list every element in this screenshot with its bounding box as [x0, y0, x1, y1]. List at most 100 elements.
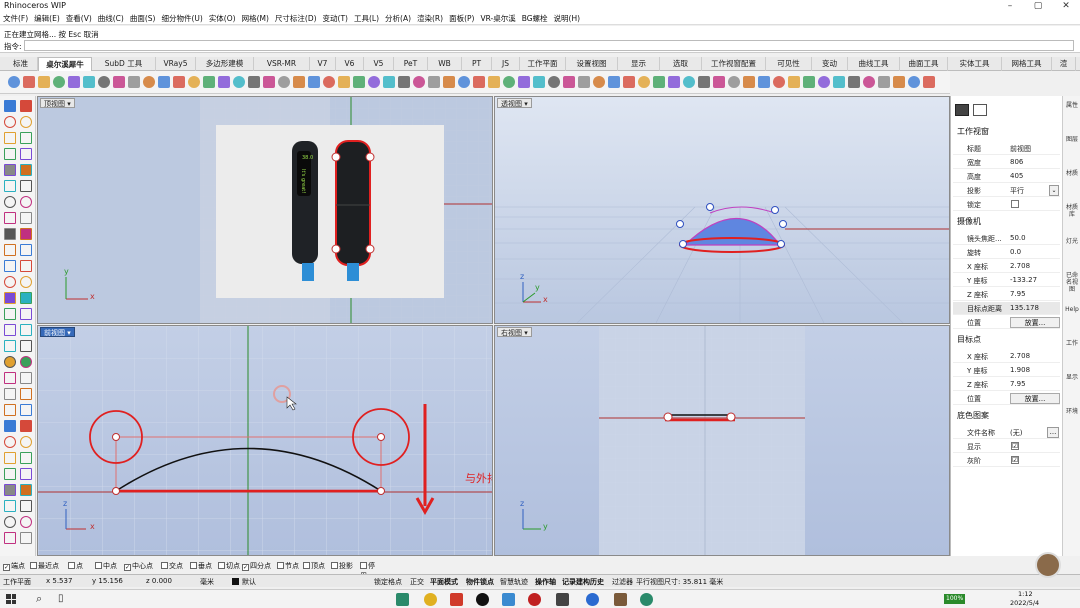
left-tool-icon[interactable] — [20, 516, 32, 528]
toolbar-tool-icon[interactable] — [563, 76, 575, 88]
tab-item[interactable]: 工作平面 — [520, 57, 566, 71]
clock-time[interactable]: 1:12 — [1018, 590, 1033, 598]
toolbar-tool-icon[interactable] — [203, 76, 215, 88]
toolbar-tool-icon[interactable] — [158, 76, 170, 88]
osnap-checkbox[interactable] — [277, 562, 284, 569]
panel-row-value[interactable]: 50.0 — [1010, 234, 1026, 242]
tab-item[interactable]: 渲 — [1052, 57, 1076, 71]
left-tool-icon[interactable] — [4, 164, 16, 176]
toolbar-tool-icon[interactable] — [23, 76, 35, 88]
toolbar-tool-icon[interactable] — [278, 76, 290, 88]
toolbar-tool-icon[interactable] — [533, 76, 545, 88]
tab-item[interactable]: JS — [492, 57, 520, 71]
command-input[interactable] — [24, 40, 1074, 51]
toolbar-tool-icon[interactable] — [473, 76, 485, 88]
left-tool-icon[interactable] — [4, 468, 16, 480]
menu-item[interactable]: 实体(O) — [206, 12, 239, 25]
battery-indicator[interactable]: 100% — [944, 594, 966, 604]
tab-item[interactable]: 曲面工具 — [900, 57, 948, 71]
maximize-button[interactable]: ▢ — [1024, 0, 1052, 12]
osnap-checkbox[interactable] — [190, 562, 197, 569]
left-tool-icon[interactable] — [20, 196, 32, 208]
left-tool-icon[interactable] — [4, 420, 16, 432]
tab-item[interactable]: 设置视图 — [566, 57, 618, 71]
device-selected[interactable] — [335, 140, 371, 266]
osnap-checkbox[interactable] — [331, 562, 338, 569]
osnap-option[interactable]: 最近点 — [30, 561, 59, 571]
toolbar-tool-icon[interactable] — [38, 76, 50, 88]
toolbar-tool-icon[interactable] — [593, 76, 605, 88]
menu-item[interactable]: 网格(M) — [239, 12, 272, 25]
toolbar-tool-icon[interactable] — [383, 76, 395, 88]
tab-item[interactable]: V6 — [336, 57, 364, 71]
menu-item[interactable]: 面板(P) — [446, 12, 477, 25]
panel-row-value[interactable]: 平行 — [1010, 186, 1024, 196]
left-tool-icon[interactable] — [20, 308, 32, 320]
status-cplane[interactable]: 工作平面 — [3, 577, 31, 587]
osnap-option[interactable]: ✓ 四分点 — [242, 561, 271, 571]
osnap-option[interactable]: 节点 — [277, 561, 299, 571]
lock-checkbox[interactable] — [1011, 200, 1019, 208]
tab-item[interactable]: SubD 工具 — [92, 57, 156, 71]
side-tab[interactable]: 已命名视图 — [1064, 272, 1080, 293]
left-tool-icon[interactable] — [20, 148, 32, 160]
panel-row-value[interactable]: 1.908 — [1010, 366, 1030, 374]
toolbar-tool-icon[interactable] — [503, 76, 515, 88]
osnap-checkbox[interactable] — [218, 562, 225, 569]
toolbar-tool-icon[interactable] — [293, 76, 305, 88]
menu-item[interactable]: 曲面(S) — [127, 12, 159, 25]
side-tab[interactable]: Help — [1064, 306, 1080, 313]
clock-date[interactable]: 2022/5/4 — [1010, 599, 1039, 607]
panel-checkbox[interactable]: ☑ — [1011, 456, 1019, 464]
left-tool-icon[interactable] — [4, 196, 16, 208]
surface-dome[interactable] — [683, 217, 782, 246]
menu-item[interactable]: 工具(L) — [351, 12, 382, 25]
menu-item[interactable]: VR-桌尔溪 — [477, 12, 518, 25]
menu-item[interactable]: 变动(T) — [320, 12, 351, 25]
tab-item[interactable]: 桌尔溪犀牛 — [38, 57, 92, 71]
tab-item[interactable]: 显示 — [618, 57, 660, 71]
toolbar-tool-icon[interactable] — [83, 76, 95, 88]
toolbar-tool-icon[interactable] — [893, 76, 905, 88]
panel-row-value[interactable]: 135.178 — [1010, 304, 1039, 312]
osnap-checkbox[interactable] — [161, 562, 168, 569]
viewport-perspective[interactable]: x y z 透视图 ▾ — [494, 96, 950, 324]
osnap-checkbox[interactable] — [360, 562, 367, 569]
panel-row-value[interactable]: 2.708 — [1010, 262, 1030, 270]
panel-row-value[interactable]: 前视图 — [1010, 144, 1031, 154]
left-tool-icon[interactable] — [20, 452, 32, 464]
left-tool-icon[interactable] — [4, 276, 16, 288]
tab-item[interactable]: PeT — [394, 57, 428, 71]
toolbar-tool-icon[interactable] — [923, 76, 935, 88]
taskbar-app-icon[interactable] — [528, 593, 541, 606]
left-tool-icon[interactable] — [20, 164, 32, 176]
layer-color-swatch[interactable] — [232, 578, 239, 585]
panel-row-value[interactable]: 806 — [1010, 158, 1023, 166]
left-tool-icon[interactable] — [4, 180, 16, 192]
status-toggle[interactable]: 平面模式 — [430, 577, 458, 587]
status-toggle[interactable]: 正交 — [410, 577, 424, 587]
toolbar-tool-icon[interactable] — [428, 76, 440, 88]
toolbar-tool-icon[interactable] — [458, 76, 470, 88]
side-tab[interactable]: 材质 — [1064, 170, 1080, 177]
osnap-option[interactable]: ✓ 中心点 — [124, 561, 153, 571]
side-tab[interactable]: 环境 — [1064, 408, 1080, 415]
osnap-checkbox[interactable]: ✓ — [124, 564, 131, 571]
menu-item[interactable]: 说明(H) — [551, 12, 584, 25]
taskbar-app-icon[interactable] — [640, 593, 653, 606]
toolbar-tool-icon[interactable] — [623, 76, 635, 88]
toolbar-tool-icon[interactable] — [638, 76, 650, 88]
left-tool-icon[interactable] — [20, 212, 32, 224]
panel-checkbox[interactable]: ☑ — [1011, 442, 1019, 450]
osnap-option[interactable]: 交点 — [161, 561, 183, 571]
toolbar-tool-icon[interactable] — [98, 76, 110, 88]
osnap-option[interactable]: ✓ 端点 — [3, 561, 25, 571]
left-tool-icon[interactable] — [4, 132, 16, 144]
place-button[interactable]: 放置... — [1010, 317, 1060, 328]
menu-item[interactable]: 渲染(R) — [414, 12, 446, 25]
tab-item[interactable]: 变动 — [812, 57, 848, 71]
viewport-right[interactable]: y z 右视图 ▾ — [494, 325, 950, 556]
toolbar-tool-icon[interactable] — [758, 76, 770, 88]
toolbar-tool-icon[interactable] — [323, 76, 335, 88]
tab-item[interactable]: 标准 — [4, 57, 38, 71]
